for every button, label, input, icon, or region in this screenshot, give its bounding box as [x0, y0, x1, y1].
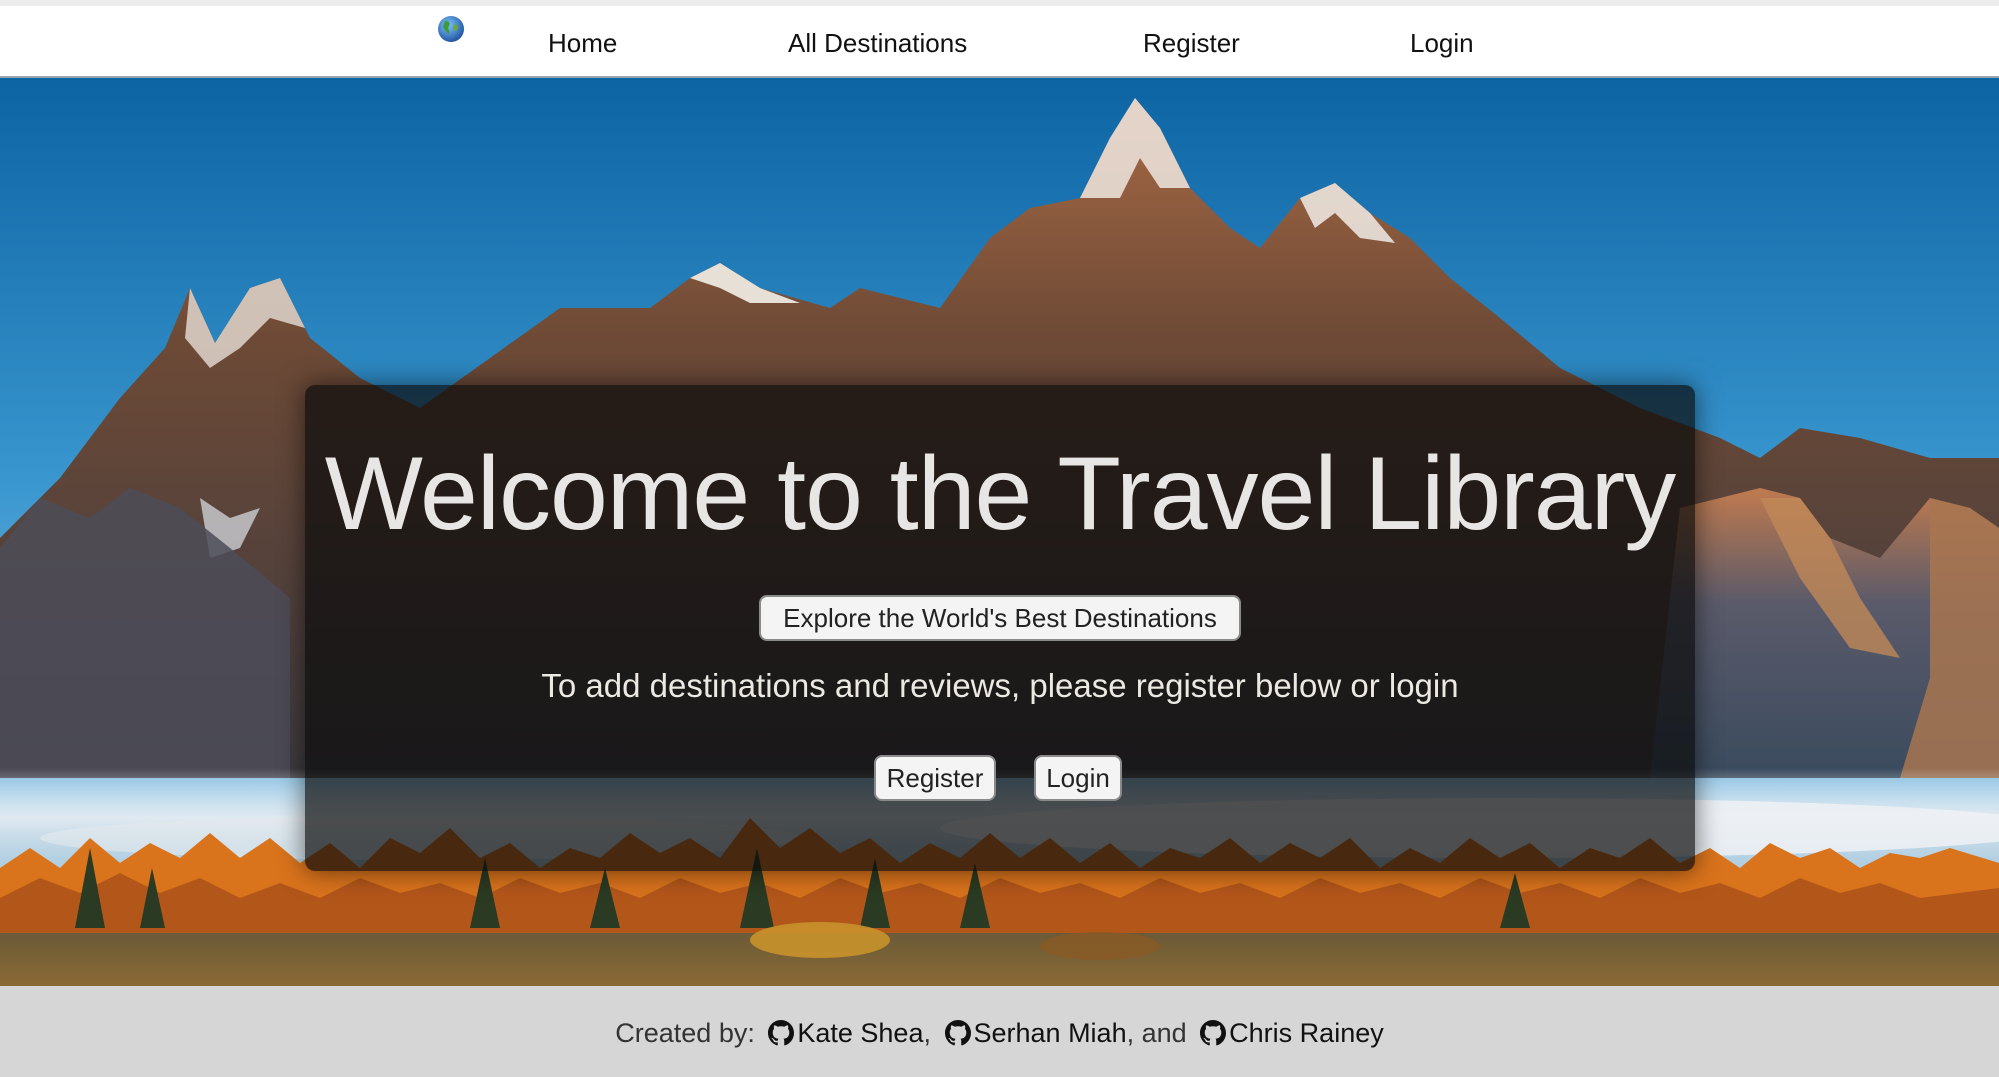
- register-prompt-text: To add destinations and reviews, please …: [541, 667, 1459, 704]
- footer: Created by: Kate Shea, Serhan Miah, and …: [0, 986, 1999, 1077]
- nav-login-link[interactable]: Login: [1410, 28, 1474, 59]
- globe-icon[interactable]: [437, 15, 465, 43]
- explore-destinations-button[interactable]: Explore the World's Best Destinations: [759, 595, 1241, 641]
- credits-line: Created by: Kate Shea, Serhan Miah, and …: [0, 1018, 1999, 1049]
- nav-home-link[interactable]: Home: [548, 28, 617, 59]
- hero-section: Welcome to the Travel Library Explore th…: [0, 78, 1999, 986]
- github-icon[interactable]: [768, 1020, 795, 1046]
- credits-prefix: Created by:: [615, 1018, 755, 1048]
- nav-all-destinations-link[interactable]: All Destinations: [788, 28, 967, 59]
- github-icon[interactable]: [944, 1020, 971, 1046]
- author-link-kate-shea[interactable]: Kate Shea: [797, 1018, 923, 1048]
- author-separator: ,: [923, 1018, 931, 1048]
- login-button[interactable]: Login: [1034, 755, 1122, 801]
- author-link-serhan-miah[interactable]: Serhan Miah: [974, 1018, 1127, 1048]
- nav-register-link[interactable]: Register: [1143, 28, 1240, 59]
- author-separator: , and: [1126, 1018, 1187, 1048]
- page: Home All Destinations Register Login Wel…: [0, 0, 1999, 1077]
- register-button[interactable]: Register: [874, 755, 996, 801]
- author-link-chris-rainey[interactable]: Chris Rainey: [1229, 1018, 1384, 1048]
- github-icon[interactable]: [1200, 1020, 1227, 1046]
- welcome-card: Welcome to the Travel Library Explore th…: [305, 385, 1695, 871]
- page-title: Welcome to the Travel Library: [324, 436, 1677, 552]
- top-nav: Home All Destinations Register Login: [0, 0, 1999, 78]
